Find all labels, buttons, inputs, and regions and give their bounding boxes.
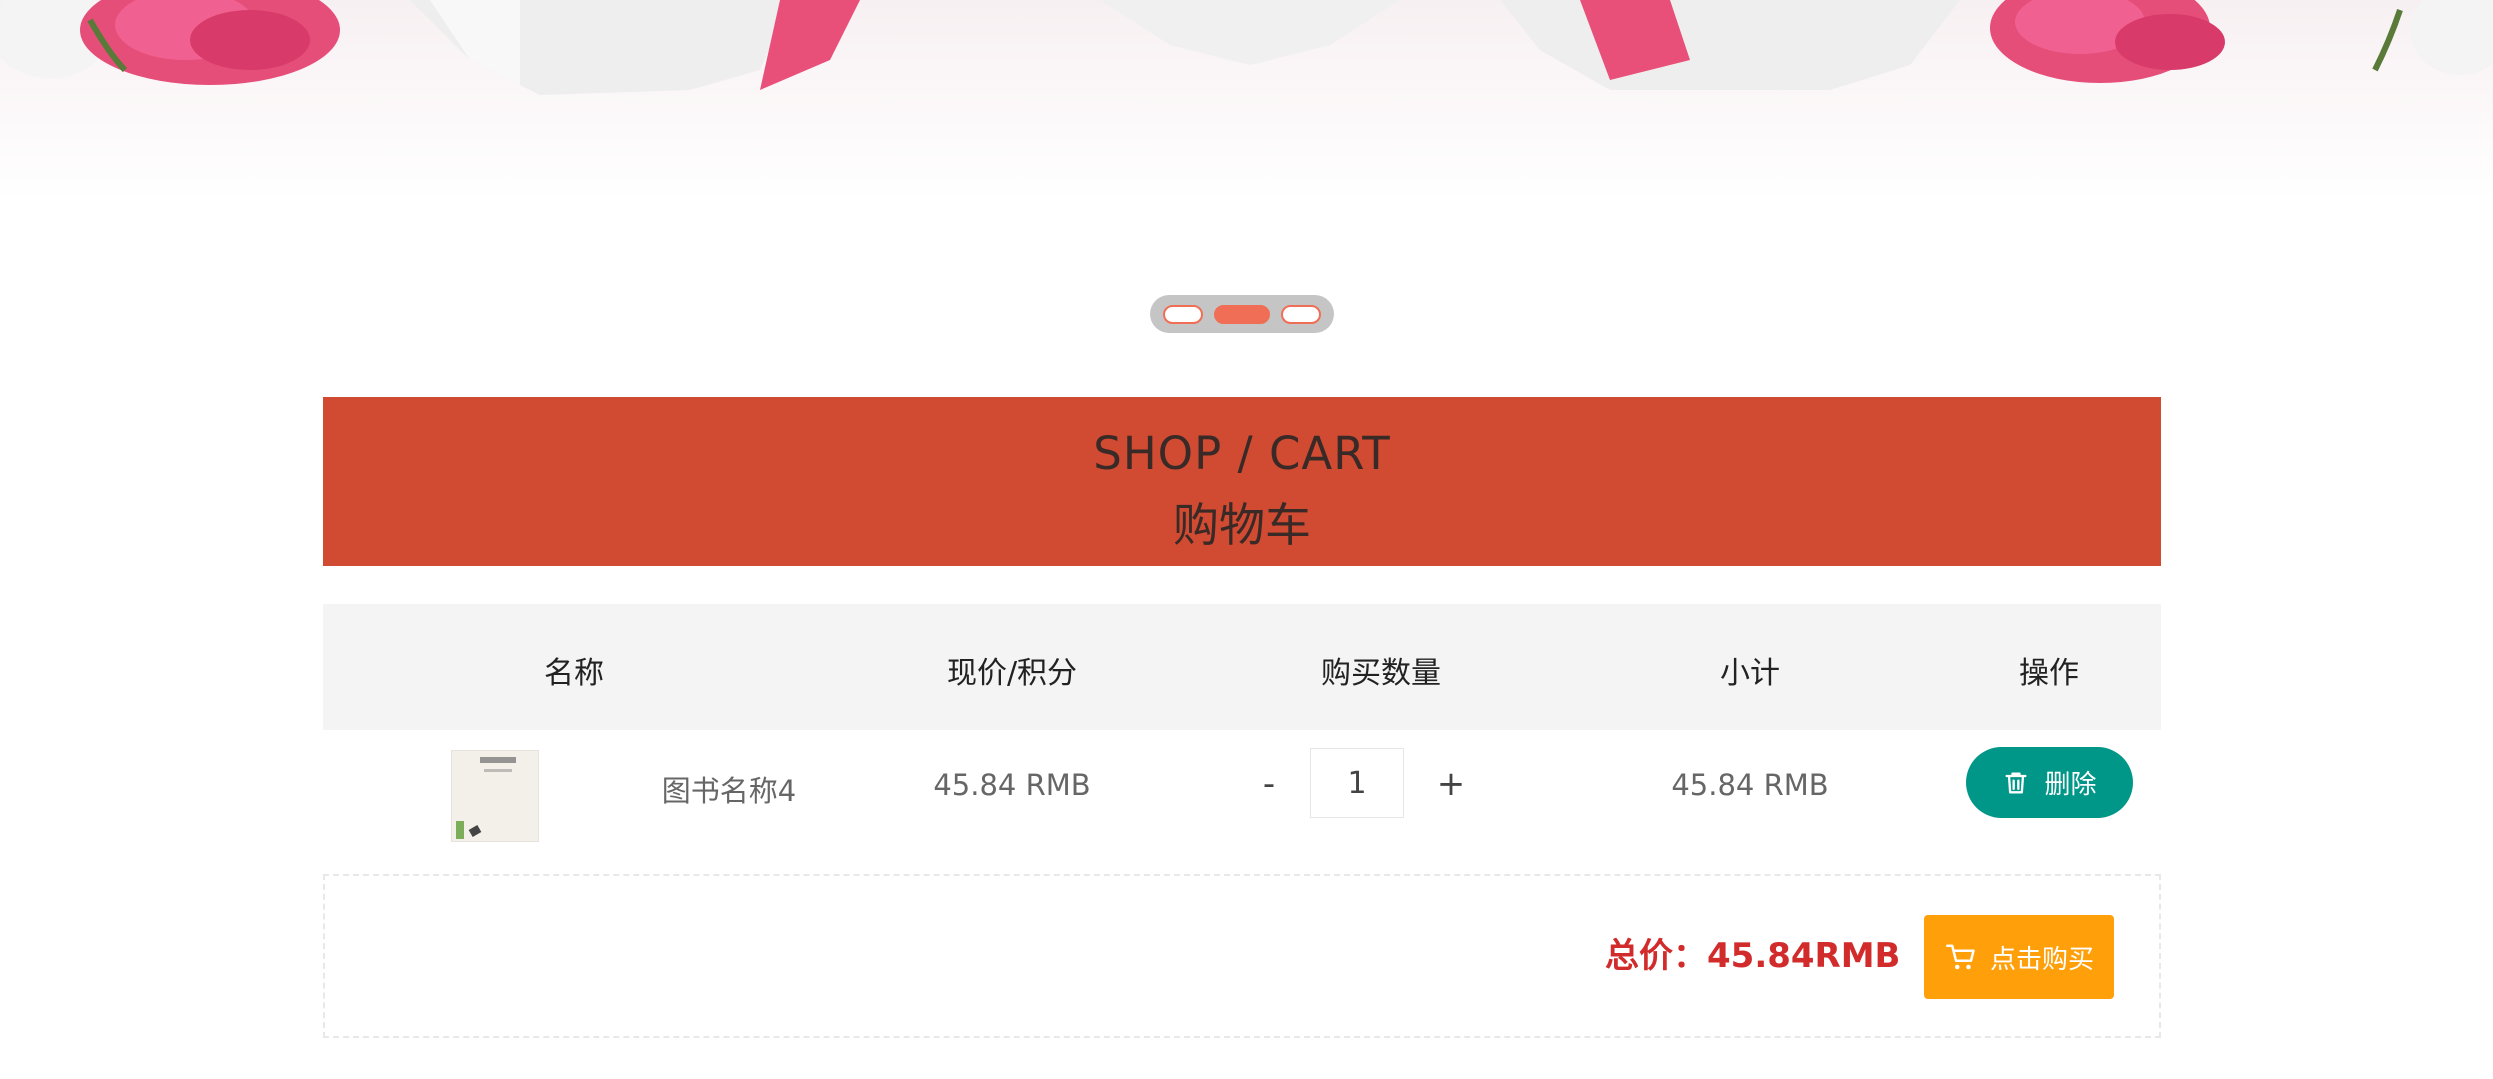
banner-image — [0, 0, 2493, 200]
quantity-input[interactable] — [1310, 748, 1404, 818]
page-title-en: SHOP / CART — [1093, 427, 1391, 480]
carousel-dot-1[interactable] — [1163, 305, 1203, 324]
header-quantity: 购买数量 — [1321, 656, 1441, 691]
trash-icon — [2005, 772, 2027, 793]
page-title-cn: 购物车 — [1173, 498, 1311, 552]
delete-button-label: 删除 — [2044, 770, 2097, 800]
quantity-decrease-button[interactable]: - — [1263, 764, 1275, 804]
delete-button[interactable]: 删除 — [1966, 747, 2133, 818]
cart-title-bar: SHOP / CART 购物车 — [323, 397, 2161, 566]
buy-button-label: 点击购买 — [1989, 944, 2094, 975]
table-row: 图书名称4 45.84 RMB - + 45.84 RMB 删除 — [323, 730, 2161, 856]
header-price: 现价/积分 — [946, 656, 1078, 691]
product-price: 45.84 RMB — [933, 768, 1091, 802]
cart-table-header: 名称 现价/积分 购买数量 小计 操作 — [323, 604, 2161, 730]
header-action: 操作 — [2019, 656, 2079, 691]
total-price: 总价：45.84RMB — [1605, 936, 1901, 976]
buy-button[interactable]: 点击购买 — [1924, 915, 2114, 999]
product-subtotal: 45.84 RMB — [1671, 768, 1829, 802]
book-cover-image[interactable] — [451, 750, 539, 842]
carousel-indicator — [1150, 295, 1334, 333]
carousel-dot-2-active[interactable] — [1214, 305, 1270, 324]
cart-icon — [1945, 944, 1975, 970]
product-name[interactable]: 图书名称4 — [662, 768, 796, 810]
carousel-dot-3[interactable] — [1281, 305, 1321, 324]
header-subtotal: 小计 — [1720, 656, 1780, 691]
cart-footer: 总价：45.84RMB 点击购买 — [323, 874, 2161, 1038]
banner-roses-illustration — [0, 0, 2493, 95]
header-name: 名称 — [544, 656, 604, 691]
quantity-increase-button[interactable]: + — [1437, 764, 1466, 804]
